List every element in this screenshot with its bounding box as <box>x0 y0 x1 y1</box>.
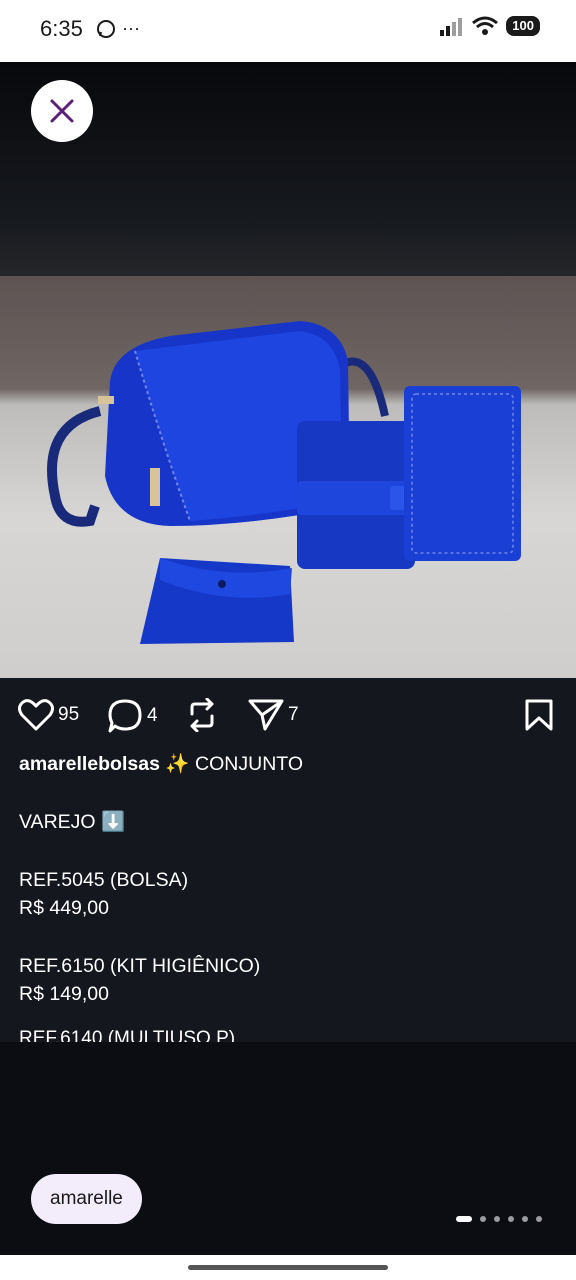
comment-count: 4 <box>147 705 158 726</box>
like-action[interactable]: 95 <box>18 698 79 732</box>
caption-line: R$ 449,00 <box>19 897 109 919</box>
comment-icon <box>108 699 142 733</box>
repost-action[interactable] <box>186 698 218 732</box>
caption-line: VAREJO ⬇️ <box>19 811 126 833</box>
signal-icon <box>440 18 463 36</box>
close-button[interactable] <box>31 80 93 142</box>
navigation-bar <box>0 1255 576 1280</box>
send-icon <box>248 699 284 731</box>
post-username[interactable]: amarellebolsas <box>19 753 160 775</box>
post-caption: amarellebolsas ✨ CONJUNTO VAREJO ⬇️ REF.… <box>19 750 559 1008</box>
more-notifications: ··· <box>122 18 140 38</box>
product-photo[interactable] <box>0 276 576 678</box>
comment-action[interactable]: 4 <box>107 698 158 734</box>
whatsapp-icon <box>97 19 115 38</box>
status-time: 6:35 <box>40 16 83 41</box>
status-bar: 6:35 ··· 100 <box>0 0 576 62</box>
repost-icon <box>190 698 214 732</box>
carousel-dot <box>480 1216 486 1222</box>
post-panel: 95 4 7 amarellebolsas ✨ CONJUNTO VAREJO … <box>0 678 576 1042</box>
carousel-dot <box>522 1216 528 1222</box>
carousel-dot <box>494 1216 500 1222</box>
account-chip[interactable]: amarelle <box>31 1174 142 1224</box>
bookmark-icon <box>525 699 553 731</box>
carousel-dot <box>508 1216 514 1222</box>
battery-icon: 100 <box>506 16 540 36</box>
home-indicator[interactable] <box>188 1265 388 1270</box>
caption-line: REF.5045 (BOLSA) <box>19 869 189 891</box>
product-image <box>47 321 521 644</box>
share-count: 7 <box>288 704 299 725</box>
carousel-dot <box>536 1216 542 1222</box>
caption-line: REF.6150 (KIT HIGIÊNICO) <box>19 955 261 977</box>
save-action[interactable] <box>524 698 554 732</box>
wifi-icon <box>472 16 499 35</box>
share-action[interactable]: 7 <box>248 698 299 732</box>
post-actions: 95 4 7 <box>18 698 558 738</box>
close-icon <box>50 99 74 123</box>
caption-cutoff-line: REF.6140 (MULTIUSO P) <box>19 1028 236 1042</box>
heart-icon <box>18 699 54 731</box>
caption-line: R$ 149,00 <box>19 983 109 1005</box>
carousel-indicator <box>456 1216 542 1222</box>
carousel-dot <box>456 1216 472 1222</box>
caption-first-line: ✨ CONJUNTO <box>165 753 304 775</box>
like-count: 95 <box>58 704 80 725</box>
media-viewer[interactable]: 95 4 7 amarellebolsas ✨ CONJUNTO VAREJO … <box>0 62 576 1255</box>
